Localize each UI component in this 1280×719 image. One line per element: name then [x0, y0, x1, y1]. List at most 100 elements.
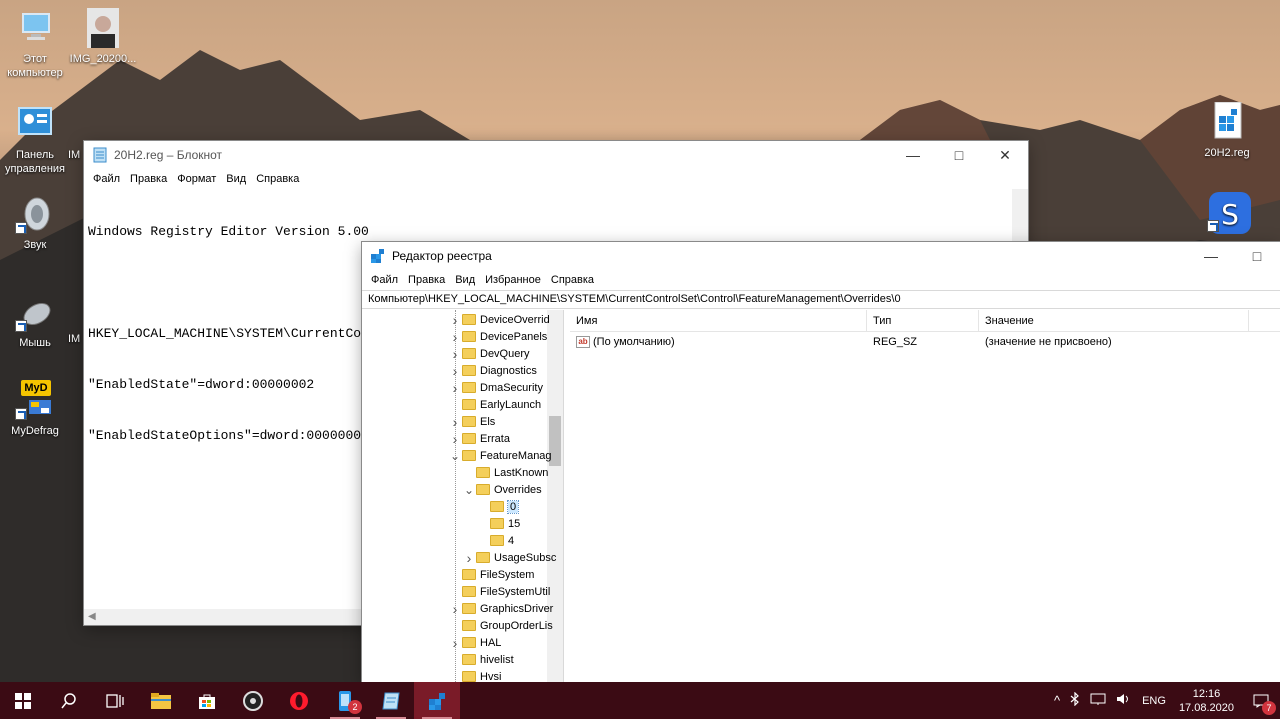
tree-node[interactable]: LastKnown: [462, 464, 548, 481]
menu-edit[interactable]: Правка: [403, 274, 450, 286]
taskbar-opera[interactable]: [276, 682, 322, 719]
column-header-type[interactable]: Тип: [867, 310, 979, 331]
chevron-down-icon[interactable]: ⌄: [448, 449, 462, 463]
folder-icon: [476, 552, 490, 563]
tree-node-label: LastKnown: [494, 466, 549, 479]
taskbar-media-player[interactable]: [230, 682, 276, 719]
minimize-button[interactable]: —: [1188, 242, 1234, 270]
registry-file-icon: [1207, 101, 1247, 142]
volume-icon[interactable]: [1111, 692, 1137, 709]
tree-node[interactable]: › Diagnostics: [448, 362, 537, 379]
network-icon[interactable]: [1085, 692, 1111, 709]
maximize-button[interactable]: □: [1234, 242, 1280, 270]
notepad-titlebar[interactable]: 20H2.reg – Блокнот — □ ✕: [84, 141, 1028, 169]
tree-node[interactable]: › Errata: [448, 430, 510, 447]
desktop-icon-20h2-reg[interactable]: 20H2.reg: [1192, 101, 1262, 160]
chevron-right-icon[interactable]: ›: [448, 312, 462, 328]
menu-favorites[interactable]: Избранное: [480, 274, 546, 286]
chevron-right-icon[interactable]: ›: [448, 363, 462, 379]
tree-node[interactable]: EarlyLaunch: [448, 396, 541, 413]
menu-help[interactable]: Справка: [251, 173, 304, 185]
tree-node[interactable]: › DevQuery: [448, 345, 530, 362]
tree-node-label: Els: [480, 415, 496, 428]
desktop-icon-app-s[interactable]: S: [1192, 192, 1262, 236]
table-row[interactable]: ab (По умолчанию) REG_SZ (значение не при…: [570, 332, 1280, 352]
chevron-right-icon[interactable]: ›: [462, 550, 476, 566]
tree-node[interactable]: FileSystemUtil: [448, 583, 550, 600]
chevron-right-icon[interactable]: ›: [448, 380, 462, 396]
taskbar-store[interactable]: [184, 682, 230, 719]
menu-file[interactable]: Файл: [366, 274, 403, 286]
tree-node[interactable]: ⌄ FeatureManag: [448, 447, 552, 464]
chevron-right-icon[interactable]: ›: [448, 329, 462, 345]
column-header-name[interactable]: Имя: [570, 310, 867, 331]
close-button[interactable]: ✕: [982, 141, 1028, 169]
tree-node[interactable]: › HAL: [448, 634, 502, 651]
tree-node[interactable]: › DevicePanels: [448, 328, 548, 345]
desktop-icon-mydefrag[interactable]: MyD MyDefrag: [0, 380, 70, 438]
start-button[interactable]: [0, 682, 46, 719]
chevron-right-icon[interactable]: ›: [448, 414, 462, 430]
tree-node-label: GraphicsDriver: [480, 602, 554, 615]
search-button[interactable]: [46, 682, 92, 719]
regedit-window[interactable]: Редактор реестра — □ Файл Правка Вид Изб…: [362, 242, 1280, 682]
tree-node[interactable]: GroupOrderLis: [448, 617, 553, 634]
maximize-button[interactable]: □: [936, 141, 982, 169]
taskbar-notepad[interactable]: [368, 682, 414, 719]
desktop-icon-mouse[interactable]: Мышь: [0, 292, 70, 350]
desktop-icon-img-photo[interactable]: IMG_20200...: [68, 8, 138, 66]
registry-values-list[interactable]: Имя Тип Значение ab (По умолчанию) REG_SZ…: [570, 310, 1280, 682]
taskbar: 2 ^ ENG 12:16 17.08.2020 7: [0, 682, 1280, 719]
clock[interactable]: 12:16 17.08.2020: [1171, 687, 1242, 715]
tree-node[interactable]: 4: [476, 532, 514, 549]
tree-node[interactable]: › Els: [448, 413, 496, 430]
column-header-value[interactable]: Значение: [979, 310, 1249, 331]
tree-node[interactable]: FileSystem: [448, 566, 534, 583]
chevron-down-icon[interactable]: ⌄: [462, 483, 476, 497]
action-center-button[interactable]: 7: [1242, 682, 1280, 719]
tree-node[interactable]: › GraphicsDriver: [448, 600, 554, 617]
task-view-button[interactable]: [92, 682, 138, 719]
chevron-right-icon[interactable]: ›: [448, 346, 462, 362]
menu-view[interactable]: Вид: [450, 274, 480, 286]
value-name: (По умолчанию): [593, 335, 675, 348]
tree-node[interactable]: ⌄ Overrides: [462, 481, 542, 498]
chevron-right-icon[interactable]: ›: [448, 635, 462, 651]
disc-icon: [243, 690, 263, 711]
tree-node[interactable]: Hvsi: [448, 668, 501, 682]
minimize-button[interactable]: —: [890, 141, 936, 169]
tree-node[interactable]: 0: [476, 498, 520, 515]
registry-tree[interactable]: › DeviceOverrid › DevicePanels › DevQuery › Dia…: [362, 310, 564, 682]
language-indicator[interactable]: ENG: [1137, 695, 1171, 707]
photo-thumbnail-icon: [83, 8, 123, 48]
menu-help[interactable]: Справка: [546, 274, 599, 286]
menu-file[interactable]: Файл: [88, 173, 125, 185]
chevron-right-icon[interactable]: ›: [448, 601, 462, 617]
taskbar-file-explorer[interactable]: [138, 682, 184, 719]
tree-node[interactable]: › DeviceOverrid: [448, 311, 550, 328]
tree-node-label: 4: [508, 534, 515, 547]
address-bar[interactable]: Компьютер\HKEY_LOCAL_MACHINE\SYSTEM\Curr…: [362, 290, 1280, 309]
desktop-icon-this-pc[interactable]: Этот компьютер: [0, 8, 70, 80]
regedit-title: Редактор реестра: [392, 249, 492, 263]
tree-node[interactable]: 15: [476, 515, 520, 532]
tree-node-label: DeviceOverrid: [480, 313, 550, 326]
desktop-icon-label: Панель управления: [5, 149, 65, 175]
tree-node[interactable]: hivelist: [448, 651, 514, 668]
tree-node[interactable]: › DmaSecurity: [448, 379, 543, 396]
chevron-right-icon[interactable]: ›: [448, 431, 462, 447]
menu-edit[interactable]: Правка: [125, 173, 172, 185]
menu-format[interactable]: Формат: [172, 173, 221, 185]
regedit-titlebar[interactable]: Редактор реестра — □: [362, 242, 1280, 270]
desktop-icon-control-panel[interactable]: Панель управления: [0, 104, 70, 176]
desktop-icon-sound[interactable]: Звук: [0, 194, 70, 252]
tray-overflow-chevron[interactable]: ^: [1049, 693, 1065, 708]
shortcut-arrow-icon: [15, 222, 27, 234]
taskbar-phone-app[interactable]: 2: [322, 682, 368, 719]
bluetooth-icon[interactable]: [1065, 691, 1085, 709]
scroll-left-icon[interactable]: ◀: [88, 611, 96, 622]
taskbar-regedit[interactable]: [414, 682, 460, 719]
tree-node[interactable]: › UsageSubsc: [462, 549, 557, 566]
folder-icon: [462, 416, 476, 427]
menu-view[interactable]: Вид: [221, 173, 251, 185]
